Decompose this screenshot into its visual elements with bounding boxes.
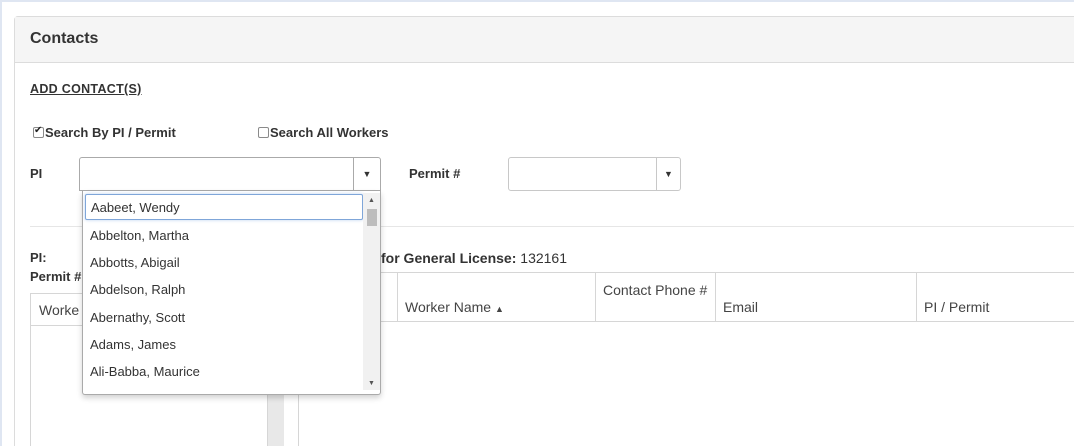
add-contacts-link[interactable]: ADD CONTACT(S) [30, 82, 142, 96]
pi-option[interactable]: Abernathy, Scott [83, 304, 364, 331]
pi-dropdown: Abbelton, Martha Abbotts, Abigail Abdels… [82, 191, 381, 395]
pi-option[interactable]: Adams, James [83, 331, 364, 358]
search-all-workers-checkbox[interactable] [258, 127, 269, 138]
pi-option[interactable]: Ali-Babba, Maurice [83, 358, 364, 385]
pi-option[interactable]: Abbotts, Abigail [83, 249, 364, 276]
permit-select-arrow-icon[interactable]: ▼ [656, 158, 680, 190]
contacts-panel: Contacts ADD CONTACT(S) Search By PI / P… [14, 16, 1074, 446]
search-all-workers-label: Search All Workers [270, 125, 389, 140]
worker-name-header-label: Worker Name [405, 299, 492, 315]
app-frame: Contacts ADD CONTACT(S) Search By PI / P… [2, 2, 1074, 446]
sort-asc-icon[interactable]: ▲ [495, 304, 504, 314]
worker-name-column-header[interactable]: Worker Name ▲ [398, 273, 596, 321]
pi-dropdown-search-input[interactable] [85, 194, 363, 220]
scroll-up-icon[interactable]: ▲ [363, 193, 380, 207]
pi-filter-label: PI [30, 166, 43, 181]
pi-dropdown-options: Abbelton, Martha Abbotts, Abigail Abdels… [83, 222, 364, 385]
search-all-workers-option[interactable]: Search All Workers [258, 124, 389, 140]
pi-detail-label: PI: [30, 250, 47, 265]
scroll-down-icon[interactable]: ▼ [363, 376, 380, 390]
panel-title: Contacts [15, 17, 1074, 63]
contact-phone-column-header[interactable]: Contact Phone # [596, 273, 716, 321]
pi-option[interactable]: Abdelson, Ralph [83, 276, 364, 303]
general-license-value: 132161 [520, 250, 567, 266]
general-license-info: for General License: 132161 [381, 250, 567, 266]
pi-permit-column-header[interactable]: PI / Permit [917, 273, 1074, 321]
pi-dropdown-scrollbar[interactable]: ▲ ▼ [363, 193, 380, 390]
scroll-thumb[interactable] [367, 209, 377, 226]
pi-select-arrow-icon[interactable]: ▼ [353, 158, 380, 190]
search-by-pi-label: Search By PI / Permit [45, 125, 176, 140]
contacts-table-header: Worker Name ▲ Contact Phone # Email PI /… [315, 272, 1074, 322]
pi-select[interactable]: ▼ [79, 157, 381, 191]
general-license-label: for General License: [381, 250, 517, 266]
email-column-header[interactable]: Email [716, 273, 917, 321]
pi-option[interactable]: Abbelton, Martha [83, 222, 364, 249]
permit-select[interactable]: ▼ [508, 157, 681, 191]
search-by-pi-checkbox[interactable] [33, 125, 44, 138]
permit-filter-label: Permit # [409, 166, 461, 181]
search-by-pi-option[interactable]: Search By PI / Permit [33, 124, 176, 140]
permit-detail-label: Permit # [30, 269, 82, 284]
